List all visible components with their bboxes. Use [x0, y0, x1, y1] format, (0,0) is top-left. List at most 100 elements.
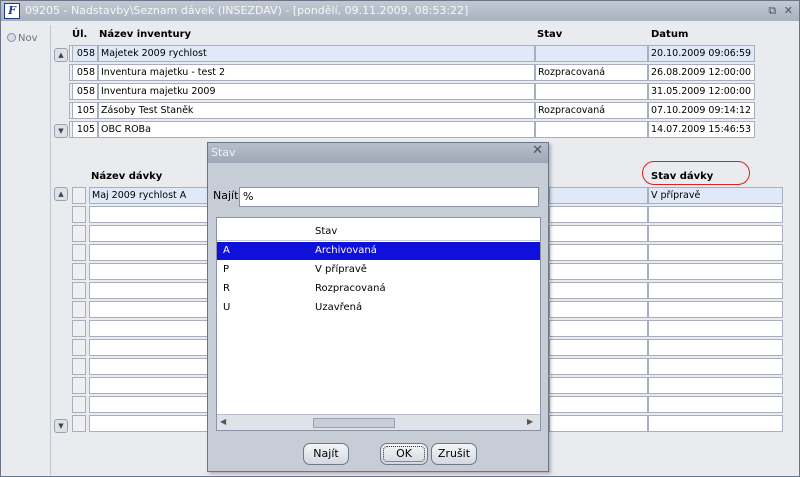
cell-batch-stav[interactable] — [648, 396, 783, 413]
column-header-ul: Úl. — [72, 29, 88, 40]
row-indicator[interactable] — [72, 263, 86, 280]
cell-batch-name[interactable] — [89, 339, 210, 356]
cell-stav[interactable]: Rozpracovaná — [535, 64, 648, 81]
cell-ul[interactable]: 105 — [72, 102, 98, 119]
cell-batch-name[interactable] — [89, 263, 210, 280]
cell-batch-mid[interactable] — [549, 282, 648, 299]
scroll-down-icon[interactable]: ▼ — [54, 419, 68, 433]
row-indicator[interactable] — [72, 187, 86, 204]
cell-batch-mid[interactable] — [549, 187, 648, 204]
row-indicator[interactable] — [72, 320, 86, 337]
cell-batch-mid[interactable] — [549, 206, 648, 223]
restore-icon[interactable]: ⧉ — [768, 4, 776, 17]
horizontal-scrollbar[interactable]: ◀ ▶ — [217, 414, 540, 430]
scroll-up-icon[interactable]: ▲ — [54, 48, 68, 62]
cell-batch-mid[interactable] — [549, 339, 648, 356]
stav-dialog: Stav ✕ Najít % Stav A Archivovaná P V př… — [207, 142, 549, 472]
cell-batch-stav[interactable] — [648, 244, 783, 261]
nav-option[interactable]: Nov — [7, 33, 38, 44]
cell-ul[interactable]: 058 — [72, 45, 98, 62]
cell-name[interactable]: Inventura majetku 2009 — [98, 83, 535, 100]
cell-batch-name[interactable] — [89, 206, 210, 223]
cell-ul[interactable]: 105 — [72, 121, 98, 138]
cell-ul[interactable]: 058 — [72, 83, 98, 100]
cell-batch-stav[interactable]: V přípravě — [648, 187, 783, 204]
list-item-label: Rozpracovaná — [315, 283, 386, 294]
cell-batch-name[interactable] — [89, 225, 210, 242]
close-icon[interactable]: ✕ — [532, 143, 543, 158]
cell-batch-mid[interactable] — [549, 320, 648, 337]
cell-name[interactable]: OBC ROBa — [98, 121, 535, 138]
cell-batch-name[interactable] — [89, 282, 210, 299]
cell-batch-stav[interactable] — [648, 415, 783, 432]
cell-name[interactable]: Zásoby Test Staněk — [98, 102, 535, 119]
row-indicator[interactable] — [72, 301, 86, 318]
row-indicator[interactable] — [72, 339, 86, 356]
cell-stav[interactable] — [535, 45, 648, 62]
ok-button[interactable]: OK — [380, 443, 428, 465]
cell-batch-mid[interactable] — [549, 301, 648, 318]
cell-name[interactable]: Majetek 2009 rychlost — [98, 45, 535, 62]
cancel-button[interactable]: Zrušit — [431, 443, 477, 465]
cell-batch-name[interactable] — [89, 358, 210, 375]
cell-datum[interactable]: 14.07.2009 15:46:53 — [648, 121, 755, 138]
cell-datum[interactable]: 07.10.2009 09:14:12 — [648, 102, 755, 119]
scroll-up-icon[interactable]: ▲ — [54, 187, 68, 201]
cell-batch-stav[interactable] — [648, 320, 783, 337]
cell-datum[interactable]: 31.05.2009 12:00:00 — [648, 83, 755, 100]
cell-datum[interactable]: 20.10.2009 09:06:59 — [648, 45, 755, 62]
cell-batch-stav[interactable] — [648, 339, 783, 356]
cell-batch-name[interactable]: Maj 2009 rychlost A — [89, 187, 210, 204]
row-indicator[interactable] — [72, 206, 86, 223]
list-item[interactable]: P V přípravě — [217, 261, 540, 279]
row-indicator[interactable] — [72, 225, 86, 242]
cell-batch-stav[interactable] — [648, 282, 783, 299]
cell-batch-name[interactable] — [89, 320, 210, 337]
cell-batch-stav[interactable] — [648, 377, 783, 394]
row-indicator[interactable] — [72, 358, 86, 375]
cell-ul[interactable]: 058 — [72, 64, 98, 81]
cell-batch-stav[interactable] — [648, 225, 783, 242]
list-item[interactable]: U Uzavřená — [217, 299, 540, 317]
cell-batch-mid[interactable] — [549, 225, 648, 242]
cell-batch-name[interactable] — [89, 301, 210, 318]
cell-batch-name[interactable] — [89, 244, 210, 261]
row-indicator[interactable] — [72, 377, 86, 394]
row-indicator[interactable] — [72, 244, 86, 261]
close-icon[interactable]: ✕ — [784, 4, 793, 17]
lov-list[interactable]: Stav A Archivovaná P V přípravě R Rozpra… — [216, 217, 541, 431]
list-item[interactable]: A Archivovaná — [217, 242, 540, 260]
cell-name[interactable]: Inventura majetku - test 2 — [98, 64, 535, 81]
cell-batch-stav[interactable] — [648, 206, 783, 223]
cell-batch-mid[interactable] — [549, 396, 648, 413]
cell-batch-stav[interactable] — [648, 263, 783, 280]
cell-batch-stav[interactable] — [648, 358, 783, 375]
cell-batch-mid[interactable] — [549, 263, 648, 280]
cell-batch-name[interactable] — [89, 377, 210, 394]
find-button[interactable]: Najít — [303, 443, 349, 465]
cell-batch-name[interactable] — [89, 396, 210, 413]
scroll-right-icon[interactable]: ▶ — [527, 417, 537, 426]
cell-batch-stav[interactable] — [648, 301, 783, 318]
row-indicator[interactable] — [72, 415, 86, 432]
cell-stav[interactable] — [535, 121, 648, 138]
cell-stav[interactable]: Rozpracovaná — [535, 102, 648, 119]
cell-stav[interactable] — [535, 83, 648, 100]
list-item[interactable]: R Rozpracovaná — [217, 280, 540, 298]
row-indicator[interactable] — [72, 396, 86, 413]
scrollbar-thumb[interactable] — [313, 418, 395, 428]
cell-batch-mid[interactable] — [549, 358, 648, 375]
radio-icon[interactable] — [7, 33, 16, 42]
cell-datum[interactable]: 26.08.2009 12:00:00 — [648, 64, 755, 81]
cell-batch-mid[interactable] — [549, 244, 648, 261]
list-item-code: U — [223, 302, 231, 313]
cell-batch-mid[interactable] — [549, 377, 648, 394]
scroll-left-icon[interactable]: ◀ — [220, 417, 230, 426]
find-input[interactable]: % — [239, 187, 539, 207]
scroll-down-icon[interactable]: ▼ — [54, 124, 68, 138]
row-indicator[interactable] — [72, 282, 86, 299]
dialog-title: Stav — [208, 143, 548, 163]
cell-batch-name[interactable] — [89, 415, 210, 432]
left-panel: Nov — [3, 25, 51, 475]
cell-batch-mid[interactable] — [549, 415, 648, 432]
